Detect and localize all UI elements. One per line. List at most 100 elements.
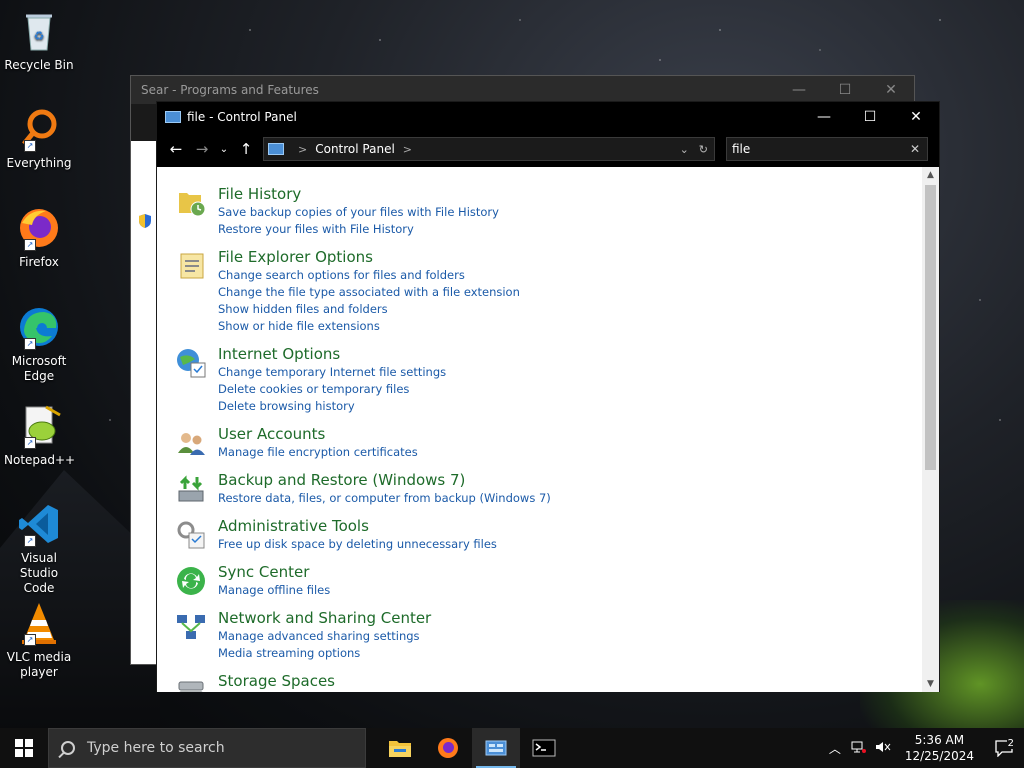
file-history-icon[interactable]	[175, 187, 207, 219]
search-box[interactable]: ✕	[726, 137, 928, 161]
network-sharing-icon[interactable]	[175, 611, 207, 643]
control-panel-icon	[268, 143, 284, 155]
result-link[interactable]: Manage offline files	[218, 582, 923, 599]
desktop-icon-notepad-plus-plus[interactable]: ↗ Notepad++	[4, 403, 75, 468]
notepad-plus-plus-icon: ↗	[16, 403, 62, 449]
desktop-icon-everything[interactable]: ↗ Everything	[4, 106, 74, 171]
clock[interactable]: 5:36 AM 12/25/2024	[895, 732, 984, 764]
shortcut-arrow-icon: ↗	[24, 239, 36, 251]
system-tray: ︿ 5:36 AM 12/25/2024 2	[823, 728, 1024, 768]
result-item: Storage Spaces	[157, 672, 923, 692]
backup-restore-icon[interactable]	[175, 473, 207, 505]
sync-center-icon[interactable]	[175, 565, 207, 597]
result-link[interactable]: Save backup copies of your files with Fi…	[218, 204, 923, 221]
shortcut-arrow-icon: ↗	[24, 338, 36, 350]
search-results: File History Save backup copies of your f…	[157, 167, 923, 692]
taskbar-search-placeholder: Type here to search	[87, 740, 225, 756]
result-link[interactable]: Delete cookies or temporary files	[218, 381, 923, 398]
folder-options-icon[interactable]	[175, 250, 207, 282]
result-title[interactable]: File History	[218, 185, 923, 204]
vscode-icon: ↗	[16, 501, 62, 547]
notification-center-button[interactable]: 2	[984, 738, 1024, 757]
result-link[interactable]: Manage file encryption certificates	[218, 444, 923, 461]
result-title[interactable]: Storage Spaces	[218, 672, 923, 691]
edge-icon: ↗	[16, 304, 62, 350]
taskbar-firefox[interactable]	[424, 728, 472, 768]
recent-locations-button[interactable]: ⌄	[215, 136, 233, 162]
result-link[interactable]: Restore data, files, or computer from ba…	[218, 490, 923, 507]
taskbar-search[interactable]: Type here to search	[48, 728, 366, 768]
back-maximize-button[interactable]: ☐	[822, 82, 868, 98]
taskbar-file-explorer[interactable]	[376, 728, 424, 768]
result-title[interactable]: Backup and Restore (Windows 7)	[218, 471, 923, 490]
minimize-button[interactable]: —	[801, 102, 847, 131]
result-link[interactable]: Change search options for files and fold…	[218, 267, 923, 284]
result-link[interactable]: Restore your files with File History	[218, 221, 923, 238]
recycle-bin-icon: ♻	[16, 8, 62, 54]
network-icon[interactable]	[847, 740, 871, 757]
taskbar-terminal[interactable]	[520, 728, 568, 768]
shortcut-arrow-icon: ↗	[24, 634, 36, 646]
scrollbar-thumb[interactable]	[925, 185, 936, 470]
result-title[interactable]: File Explorer Options	[218, 248, 923, 267]
result-title[interactable]: Administrative Tools	[218, 517, 923, 536]
up-button[interactable]: ↑	[233, 136, 259, 162]
result-link[interactable]: Manage advanced sharing settings	[218, 628, 923, 645]
desktop-icon-label: Everything	[6, 156, 72, 170]
result-link[interactable]: Delete browsing history	[218, 398, 923, 415]
firefox-icon	[438, 738, 458, 758]
user-accounts-icon[interactable]	[175, 427, 207, 459]
breadcrumb-control-panel[interactable]: Control Panel	[315, 142, 395, 156]
clear-search-icon[interactable]: ✕	[910, 142, 920, 156]
address-bar[interactable]: > Control Panel > ⌄ ↻	[263, 137, 715, 161]
svg-text:♻: ♻	[34, 29, 45, 43]
result-title[interactable]: Internet Options	[218, 345, 923, 364]
result-link[interactable]: Change the file type associated with a f…	[218, 284, 923, 301]
control-panel-icon	[485, 740, 507, 756]
desktop-icon-label: Microsoft Edge	[11, 354, 67, 383]
chevron-up-icon[interactable]: ︿	[823, 740, 847, 757]
breadcrumb-separator[interactable]: >	[403, 143, 412, 156]
result-title[interactable]: Network and Sharing Center	[218, 609, 923, 628]
taskbar-control-panel[interactable]	[472, 728, 520, 768]
desktop-icon-label: VLC media player	[6, 650, 72, 679]
desktop-icon-label: Firefox	[19, 255, 59, 269]
forward-button[interactable]: →	[189, 136, 215, 162]
shortcut-arrow-icon: ↗	[24, 140, 36, 152]
internet-options-icon[interactable]	[175, 347, 207, 379]
desktop-icon-visual-studio-code[interactable]: ↗ Visual Studio Code	[4, 501, 74, 596]
vertical-scrollbar[interactable]: ▲ ▼	[922, 167, 939, 692]
result-item: Sync Center Manage offline files	[157, 563, 923, 599]
back-button[interactable]: ←	[163, 136, 189, 162]
start-button[interactable]	[0, 728, 48, 768]
back-close-button[interactable]: ✕	[868, 82, 914, 98]
result-link[interactable]: Free up disk space by deleting unnecessa…	[218, 536, 923, 553]
scroll-down-icon[interactable]: ▼	[922, 676, 939, 692]
refresh-icon[interactable]: ↻	[699, 143, 708, 156]
desktop-icon-microsoft-edge[interactable]: ↗ Microsoft Edge	[4, 304, 74, 384]
clock-time: 5:36 AM	[914, 733, 965, 747]
desktop-icon-vlc[interactable]: ↗ VLC media player	[4, 600, 74, 680]
result-link[interactable]: Change temporary Internet file settings	[218, 364, 923, 381]
close-button[interactable]: ✕	[893, 102, 939, 131]
breadcrumb-separator[interactable]: >	[298, 143, 307, 156]
result-title[interactable]: Sync Center	[218, 563, 923, 582]
result-item: File Explorer Options Change search optio…	[157, 248, 923, 335]
control-panel-window[interactable]: file - Control Panel — ☐ ✕ ← → ⌄ ↑ > Con…	[156, 101, 940, 692]
maximize-button[interactable]: ☐	[847, 102, 893, 131]
admin-tools-icon[interactable]	[175, 519, 207, 551]
desktop-icon-recycle-bin[interactable]: ♻ Recycle Bin	[4, 8, 74, 73]
back-minimize-button[interactable]: —	[776, 82, 822, 98]
back-window-titlebar[interactable]: Sear - Programs and Features — ☐ ✕	[131, 76, 914, 104]
window-titlebar[interactable]: file - Control Panel — ☐ ✕	[157, 102, 939, 131]
storage-spaces-icon[interactable]	[175, 674, 207, 692]
volume-muted-icon[interactable]	[871, 740, 895, 757]
result-title[interactable]: User Accounts	[218, 425, 923, 444]
address-dropdown-icon[interactable]: ⌄	[680, 143, 689, 156]
scroll-up-icon[interactable]: ▲	[922, 167, 939, 183]
search-input[interactable]	[732, 142, 902, 156]
result-link[interactable]: Show or hide file extensions	[218, 318, 923, 335]
result-link[interactable]: Media streaming options	[218, 645, 923, 662]
desktop-icon-firefox[interactable]: ↗ Firefox	[4, 205, 74, 270]
result-link[interactable]: Show hidden files and folders	[218, 301, 923, 318]
